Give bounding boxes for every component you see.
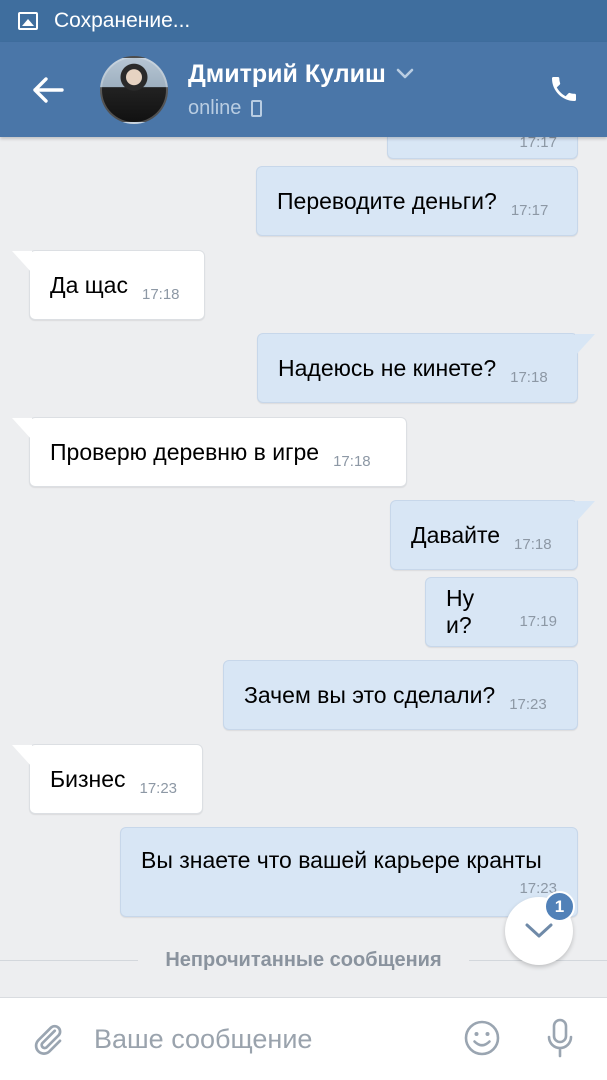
- voice-message-button[interactable]: [540, 1016, 580, 1060]
- message-time: 17:19: [519, 612, 557, 630]
- back-button[interactable]: [28, 70, 68, 110]
- status-text: Сохранение...: [54, 9, 191, 32]
- message-text: Надеюсь не кинете?: [278, 354, 497, 381]
- message-bubble[interactable]: Давайте 17:18: [390, 500, 595, 570]
- presence-status: online: [188, 96, 242, 119]
- unread-count-badge: 1: [544, 891, 575, 922]
- message-time: 17:17: [519, 137, 557, 151]
- image-icon: [18, 12, 38, 30]
- message-time: 17:18: [514, 535, 552, 553]
- smiley-icon: [464, 1020, 500, 1056]
- message-list[interactable]: 17:17 Переводите деньги? 17:17 Да щас 17…: [0, 137, 607, 997]
- emoji-button[interactable]: [462, 1018, 502, 1058]
- chat-header: Дмитрий Кулиш online: [0, 42, 607, 137]
- message-composer: [0, 997, 607, 1080]
- paperclip-icon: [34, 1024, 62, 1055]
- arrow-left-icon: [33, 76, 64, 103]
- message-text: Ну и?: [446, 585, 475, 638]
- message-time: 17:18: [141, 285, 180, 303]
- message-bubble[interactable]: 17:17: [387, 137, 578, 159]
- message-text: Вы знаете что вашей карьере кранты: [141, 847, 542, 873]
- message-bubble[interactable]: Вы знаете что вашей карьере кранты 17:23: [120, 827, 578, 917]
- message-time: 17:18: [510, 368, 548, 386]
- message-time: 17:17: [510, 201, 549, 219]
- status-bar: Сохранение...: [0, 0, 607, 42]
- contact-name: Дмитрий Кулиш: [188, 59, 386, 88]
- message-text: Зачем вы это сделали?: [244, 681, 496, 708]
- unread-divider-label: Непрочитанные сообщения: [147, 948, 460, 972]
- message-text: Да щас: [50, 271, 128, 298]
- message-bubble[interactable]: Да щас 17:18: [12, 250, 205, 320]
- message-bubble[interactable]: Надеюсь не кинете? 17:18: [257, 333, 595, 403]
- phone-icon: [552, 77, 576, 101]
- avatar[interactable]: [100, 55, 168, 124]
- message-bubble[interactable]: Бизнес 17:23: [12, 744, 203, 814]
- attach-button[interactable]: [28, 1019, 68, 1059]
- message-text: Проверю деревню в игре: [50, 438, 320, 465]
- call-button[interactable]: [545, 70, 583, 108]
- message-text: Переводите деньги?: [277, 187, 497, 214]
- message-text: Давайте: [411, 521, 501, 548]
- contact-info[interactable]: Дмитрий Кулиш online: [188, 60, 414, 120]
- message-text: Бизнес: [50, 765, 126, 792]
- message-input[interactable]: [94, 1023, 424, 1055]
- message-time: 17:23: [139, 779, 178, 797]
- message-bubble[interactable]: Зачем вы это сделали? 17:23: [223, 660, 578, 730]
- message-time: 17:18: [333, 452, 371, 470]
- message-bubble[interactable]: Переводите деньги? 17:17: [256, 166, 578, 236]
- message-bubble[interactable]: Ну и? 17:19: [425, 577, 578, 647]
- mobile-device-icon: [251, 99, 263, 117]
- chevron-down-icon: [525, 923, 553, 938]
- message-time: 17:23: [509, 695, 547, 713]
- chevron-down-icon: [396, 68, 414, 80]
- microphone-icon: [547, 1018, 573, 1058]
- message-bubble[interactable]: Проверю деревню в игре 17:18: [12, 417, 407, 487]
